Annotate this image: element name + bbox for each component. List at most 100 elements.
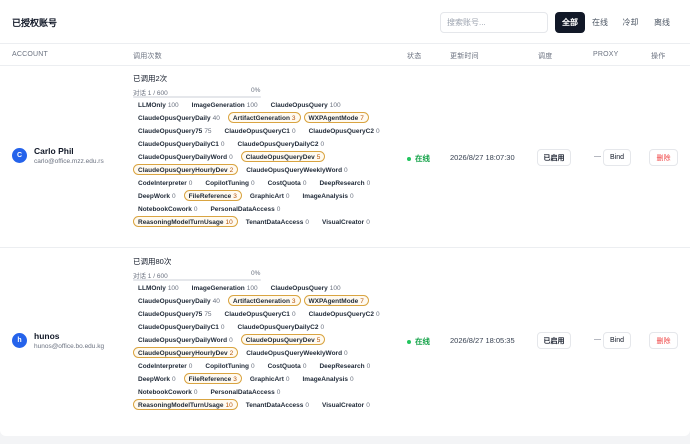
feature-tag-name: ClaudeOpusQueryHourlyDev bbox=[138, 350, 228, 357]
feature-tag-count: 0 bbox=[344, 167, 348, 174]
feature-tag-name: ClaudeOpusQueryDailyWord bbox=[138, 154, 228, 161]
feature-tag: LLMOnly 100 bbox=[133, 282, 184, 293]
column-proxy: PROXY bbox=[593, 51, 619, 58]
feature-tag-name: ClaudeOpusQueryDailyC1 bbox=[138, 141, 219, 148]
feature-tag-name: ClaudeOpusQueryC2 bbox=[308, 311, 374, 318]
feature-tag: NotebookCowork 0 bbox=[133, 386, 202, 397]
feature-tag: DeepWork 0 bbox=[133, 373, 181, 384]
feature-tag-name: LLMOnly bbox=[138, 285, 166, 292]
feature-tag-count: 100 bbox=[329, 102, 341, 109]
feature-tag-count: 0 bbox=[366, 363, 371, 370]
bind-proxy-button[interactable]: Bind bbox=[603, 332, 631, 349]
usage-percent: 0% bbox=[251, 270, 261, 277]
table-row: C Carlo Phil carlo@office.mzz.edu.rs 已调用… bbox=[0, 66, 690, 248]
feature-tag-name: ClaudeOpusQueryC1 bbox=[224, 311, 290, 318]
filter-online[interactable]: 在线 bbox=[585, 12, 615, 33]
filter-offline[interactable]: 离线 bbox=[646, 12, 678, 33]
feature-tag: WXPAgentMode 7 bbox=[303, 112, 369, 123]
feature-tag: LLMOnly 100 bbox=[133, 99, 184, 110]
feature-tag: DeepWork 0 bbox=[133, 190, 181, 201]
feature-tag-count: 0 bbox=[172, 376, 176, 383]
status-dot bbox=[407, 339, 411, 344]
avatar: C bbox=[12, 148, 27, 163]
feature-tag-name: GraphicArt bbox=[249, 193, 284, 200]
feature-tag: GraphicArt 0 bbox=[245, 373, 295, 384]
feature-tag-count: 40 bbox=[212, 115, 220, 122]
feature-tag-name: VisualCreator bbox=[322, 219, 365, 226]
column-schedule: 调度 bbox=[538, 53, 553, 60]
account-name: hunos bbox=[34, 331, 60, 341]
feature-tag-name: ReasoningModelTurnUsage bbox=[138, 402, 224, 409]
feature-tag: TenantDataAccess 0 bbox=[241, 399, 314, 410]
feature-tag: DeepResearch 0 bbox=[314, 177, 375, 188]
column-actions: 操作 bbox=[651, 53, 666, 60]
feature-tag-count: 0 bbox=[375, 128, 380, 135]
feature-tag: ArtifactGeneration 3 bbox=[227, 112, 301, 123]
feature-tag-count: 0 bbox=[375, 311, 380, 318]
feature-tag-count: 0 bbox=[305, 402, 310, 409]
page-title: 已授权账号 bbox=[12, 18, 58, 28]
schedule-toggle-button[interactable]: 已启用 bbox=[537, 332, 571, 349]
feature-tag-count: 0 bbox=[366, 219, 370, 226]
feature-tag: GraphicArt 0 bbox=[245, 190, 295, 201]
feature-tag: CopilotTuning 0 bbox=[200, 177, 259, 188]
feature-tag-name: DeepWork bbox=[138, 193, 171, 200]
feature-tag: ImageGeneration 100 bbox=[187, 282, 263, 293]
feature-tag-count: 0 bbox=[250, 363, 255, 370]
proxy-value: — bbox=[594, 336, 601, 343]
status-filter-group: 全部 在线 冷却 离线 bbox=[555, 12, 680, 33]
feature-tag-count: 0 bbox=[220, 141, 225, 148]
feature-tag-count: 0 bbox=[320, 141, 325, 148]
feature-tag-count: 75 bbox=[204, 311, 212, 318]
usage-progress-bar bbox=[133, 96, 261, 98]
feature-tag-name: ClaudeOpusQueryC2 bbox=[308, 128, 374, 135]
accounts-panel: 已授权账号 全部 在线 冷却 离线 ACCOUNT 调用次数 状态 更新时间 调… bbox=[0, 0, 690, 436]
feature-tag: ClaudeOpusQueryDaily 40 bbox=[133, 295, 225, 306]
feature-tag-name: WXPAgentMode bbox=[308, 115, 359, 122]
feature-tag-count: 5 bbox=[316, 337, 321, 344]
feature-tag: ClaudeOpusQuery 100 bbox=[266, 99, 346, 110]
feature-tag-name: FileReference bbox=[188, 193, 232, 200]
delete-button[interactable]: 删除 bbox=[649, 149, 678, 166]
feature-tag-count: 0 bbox=[320, 324, 325, 331]
feature-tag: ClaudeOpusQuery75 75 bbox=[133, 125, 217, 136]
feature-tag-name: LLMOnly bbox=[138, 102, 166, 109]
filter-cooldown[interactable]: 冷却 bbox=[615, 12, 646, 33]
feature-tag-name: ClaudeOpusQueryDaily bbox=[138, 115, 211, 122]
feature-tag: ClaudeOpusQueryHourlyDev 2 bbox=[133, 164, 239, 175]
feature-tag-count: 0 bbox=[285, 193, 290, 200]
feature-tag: FileReference 3 bbox=[183, 190, 242, 201]
feature-tag: ReasoningModelTurnUsage 10 bbox=[133, 399, 238, 410]
schedule-toggle-button[interactable]: 已启用 bbox=[537, 149, 571, 166]
feature-tag-count: 0 bbox=[350, 193, 354, 200]
status-dot bbox=[407, 156, 411, 161]
feature-tag-count: 0 bbox=[366, 402, 370, 409]
updated-time: 2026/8/27 18:05:35 bbox=[450, 336, 515, 345]
feature-tag-name: ArtifactGeneration bbox=[232, 115, 290, 122]
account-email: hunos@office.bo.edu.kg bbox=[34, 343, 105, 350]
filter-all[interactable]: 全部 bbox=[555, 12, 585, 33]
feature-tag-count: 100 bbox=[329, 285, 341, 292]
bind-proxy-button[interactable]: Bind bbox=[603, 149, 631, 166]
feature-tag: ClaudeOpusQueryHourlyDev 2 bbox=[133, 347, 239, 358]
feature-tag: ClaudeOpusQueryC2 0 bbox=[304, 125, 385, 136]
avatar: h bbox=[12, 333, 27, 348]
feature-tag-name: CodeInterpreter bbox=[138, 180, 187, 187]
feature-tag-name: ArtifactGeneration bbox=[232, 298, 290, 305]
feature-tag: CostQuota 0 bbox=[263, 360, 312, 371]
delete-button[interactable]: 删除 bbox=[649, 332, 678, 349]
feature-tag-name: ImageGeneration bbox=[191, 102, 245, 109]
feature-tag-count: 0 bbox=[188, 180, 193, 187]
feature-tag-name: TenantDataAccess bbox=[245, 219, 304, 226]
search-input[interactable] bbox=[440, 12, 548, 33]
usage-count: 已调用80次 bbox=[133, 257, 172, 266]
feature-tag-name: ClaudeOpusQueryDailyC1 bbox=[138, 324, 219, 331]
feature-tag-list: LLMOnly 100 ImageGeneration 100 ClaudeOpusQu… bbox=[133, 282, 393, 410]
status-badge: 在线 bbox=[407, 336, 430, 347]
feature-tag-name: DeepResearch bbox=[319, 363, 365, 370]
proxy-value: — bbox=[594, 153, 601, 160]
feature-tag: ImageGeneration 100 bbox=[187, 99, 263, 110]
feature-tag-count: 0 bbox=[188, 363, 193, 370]
feature-tag-name: NotebookCowork bbox=[138, 389, 192, 396]
panel-header: 已授权账号 全部 在线 冷却 离线 bbox=[0, 0, 690, 44]
